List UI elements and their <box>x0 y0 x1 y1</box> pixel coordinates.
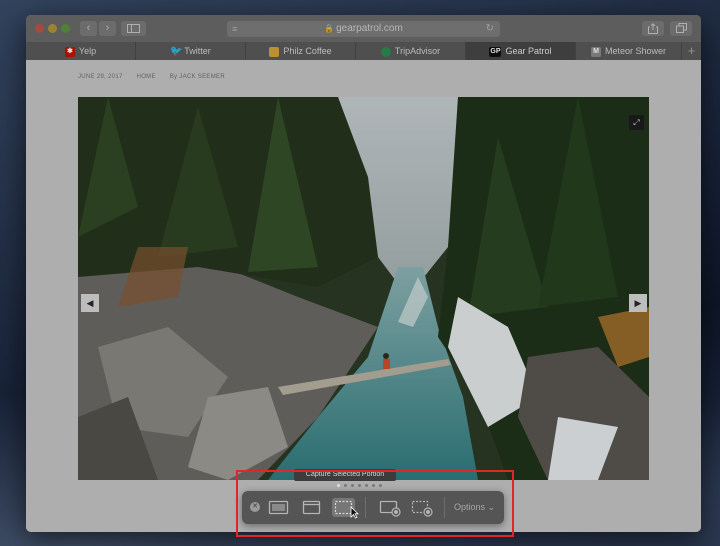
hero-photo <box>78 97 649 480</box>
capture-selected-window-button[interactable] <box>300 498 323 517</box>
reload-icon[interactable]: ↻ <box>486 21 494 37</box>
tab-philz-coffee[interactable]: Philz Coffee <box>246 42 356 60</box>
capture-tooltip: Capture Selected Portion <box>294 469 396 481</box>
back-button[interactable]: ‹ <box>80 21 97 36</box>
record-selected-portion-button[interactable] <box>410 498 433 517</box>
address-bar[interactable]: ≡ 🔒 gearpatrol.com ↻ <box>227 21 500 37</box>
toolbar-separator <box>444 497 445 518</box>
record-entire-screen-button[interactable] <box>378 498 401 517</box>
tab-label: Twitter <box>184 46 211 56</box>
zoom-window-button[interactable] <box>61 24 70 33</box>
record-selected-portion-icon <box>411 500 433 517</box>
minimize-window-button[interactable] <box>48 24 57 33</box>
tab-label: TripAdvisor <box>394 46 441 56</box>
show-all-tabs-button[interactable] <box>670 21 692 36</box>
twitter-icon: 🐦 <box>170 45 183 57</box>
philz-coffee-icon <box>269 46 280 57</box>
tab-meteor-shower[interactable]: M Meteor Shower <box>576 42 682 60</box>
forward-button[interactable]: › <box>99 21 116 36</box>
chevron-down-icon: ⌄ <box>487 502 496 512</box>
tab-label: Gear Patrol <box>505 46 552 56</box>
gear-patrol-icon: GP <box>489 46 502 57</box>
capture-selected-window-icon <box>302 500 321 515</box>
tab-label: Philz Coffee <box>283 46 332 56</box>
sidebar-toggle-button[interactable] <box>121 21 146 36</box>
capture-entire-screen-icon <box>268 500 289 515</box>
web-page: JUNE 29, 2017 HOME By JACK SEEMER ◀ ▶ ⤢ <box>26 60 701 532</box>
mouse-pointer-icon <box>350 506 359 519</box>
article-meta: JUNE 29, 2017 HOME By JACK SEEMER <box>78 74 237 80</box>
sidebar-icon <box>127 24 140 33</box>
reader-view-icon[interactable]: ≡ <box>232 21 237 37</box>
tabs-overview-icon <box>675 23 687 33</box>
address-text: gearpatrol.com <box>336 23 403 34</box>
previous-image-button[interactable]: ◀ <box>81 294 99 312</box>
new-tab-button[interactable]: + <box>682 42 701 60</box>
page-dot[interactable] <box>351 484 354 487</box>
tab-twitter[interactable]: 🐦 Twitter <box>136 42 246 60</box>
tab-gear-patrol[interactable]: GP Gear Patrol <box>466 42 576 60</box>
expand-image-icon[interactable]: ⤢ <box>629 115 644 130</box>
toolbar-separator <box>365 497 366 518</box>
article-byline: By JACK SEEMER <box>169 74 225 80</box>
tab-bar: ✱ Yelp 🐦 Twitter Philz Coffee TripAdvisor … <box>26 42 701 60</box>
tripadvisor-icon <box>380 46 391 57</box>
page-indicator <box>337 484 386 490</box>
share-button[interactable] <box>642 21 664 36</box>
article-date: JUNE 29, 2017 <box>78 74 123 80</box>
capture-entire-screen-button[interactable] <box>267 498 290 517</box>
record-entire-screen-icon <box>379 500 401 517</box>
page-dot[interactable] <box>337 484 340 487</box>
share-icon <box>648 23 658 34</box>
page-dot[interactable] <box>358 484 361 487</box>
tab-yelp[interactable]: ✱ Yelp <box>26 42 136 60</box>
page-dot[interactable] <box>365 484 368 487</box>
options-menu-button[interactable]: Options ⌄ <box>454 501 495 514</box>
safari-window: ‹ › ≡ 🔒 gearpatrol.com ↻ ✱ Yelp 🐦 Twitte… <box>26 15 701 532</box>
next-image-button[interactable]: ▶ <box>629 294 647 312</box>
tab-label: Yelp <box>78 46 97 56</box>
tab-label: Meteor Shower <box>604 46 667 56</box>
tab-tripadvisor[interactable]: TripAdvisor <box>356 42 466 60</box>
close-screenshot-icon[interactable]: ✕ <box>250 502 260 512</box>
yelp-icon: ✱ <box>64 46 75 57</box>
meteor-shower-icon: M <box>590 46 601 57</box>
page-dot[interactable] <box>372 484 375 487</box>
page-dot[interactable] <box>344 484 347 487</box>
options-label: Options <box>454 502 486 512</box>
screenshot-toolbar: ✕ Options ⌄ <box>242 491 504 524</box>
page-dot[interactable] <box>379 484 382 487</box>
browser-toolbar: ‹ › ≡ 🔒 gearpatrol.com ↻ <box>26 15 701 42</box>
lock-icon: 🔒 <box>324 24 335 33</box>
close-window-button[interactable] <box>35 24 44 33</box>
article-section-link[interactable]: HOME <box>137 74 156 80</box>
